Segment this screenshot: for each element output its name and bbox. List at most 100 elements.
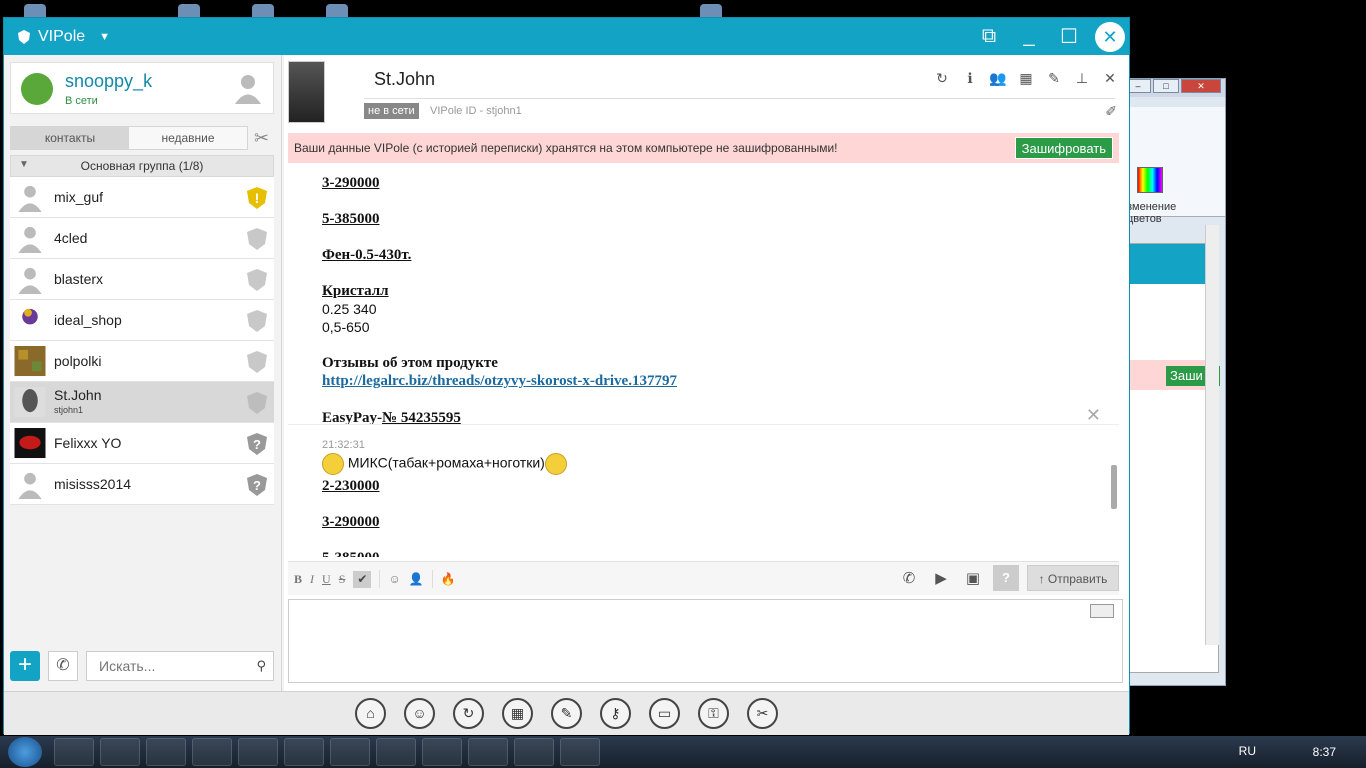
- contacts-panel: snooppy_k В сети контакты недавние ✂ ▼ О…: [4, 55, 282, 691]
- contacts-icon[interactable]: ☺: [404, 698, 435, 729]
- contact-item[interactable]: blasterx: [10, 259, 274, 300]
- contacts-lock-icon[interactable]: 👥: [989, 69, 1007, 87]
- bg-scrollbar[interactable]: [1205, 225, 1219, 645]
- encrypt-button[interactable]: Зашифровать: [1014, 137, 1113, 159]
- message-link[interactable]: http://legalrc.biz/threads/otzyvy-skoros…: [322, 373, 677, 390]
- strikethrough-button[interactable]: S: [339, 572, 346, 587]
- check-icon[interactable]: ✔: [353, 570, 372, 588]
- underline-button[interactable]: U: [322, 572, 331, 587]
- contact-item[interactable]: misisss2014 ?: [10, 464, 274, 505]
- color-palette-icon[interactable]: [1137, 167, 1163, 193]
- svg-text:?: ?: [253, 478, 261, 493]
- taskbar-app[interactable]: [514, 738, 554, 766]
- tools-icon[interactable]: ✂: [254, 128, 269, 149]
- key-icon[interactable]: ⚷: [600, 698, 631, 729]
- taskbar-app[interactable]: [376, 738, 416, 766]
- maximize-icon[interactable]: ☐: [1049, 24, 1089, 49]
- close-icon[interactable]: ✕: [1095, 21, 1125, 52]
- taskbar-app[interactable]: [100, 738, 140, 766]
- taskbar-app[interactable]: [54, 738, 94, 766]
- search-input[interactable]: [87, 652, 237, 680]
- message-close-icon[interactable]: ✕: [1086, 405, 1101, 426]
- message-input[interactable]: [289, 600, 1122, 682]
- history-icon[interactable]: ↻: [453, 698, 484, 729]
- contact-item[interactable]: polpolki: [10, 341, 274, 382]
- contact-avatar: [14, 428, 46, 459]
- home-icon[interactable]: ⌂: [355, 698, 386, 729]
- settings-icon[interactable]: ✂: [747, 698, 778, 729]
- contact-item[interactable]: 4cled: [10, 218, 274, 259]
- contact-item-selected[interactable]: St.John stjohn1: [10, 382, 274, 423]
- contact-share-icon[interactable]: 👤: [409, 572, 424, 587]
- profile-username: snooppy_k: [65, 71, 153, 91]
- contact-name: ideal_shop: [54, 312, 122, 328]
- contact-item[interactable]: Felixxx YO ?: [10, 423, 274, 464]
- keyboard-icon[interactable]: [1090, 604, 1114, 618]
- user-avatar-icon[interactable]: [231, 71, 265, 105]
- title-bar[interactable]: VIPole ▼ ⧉ _ ☐ ✕: [4, 18, 1129, 55]
- taskbar-app[interactable]: [560, 738, 600, 766]
- help-icon[interactable]: ?: [993, 565, 1019, 591]
- search-box[interactable]: ⚲: [86, 651, 274, 681]
- bold-button[interactable]: B: [294, 572, 302, 587]
- taskbar-app[interactable]: [146, 738, 186, 766]
- info-icon[interactable]: ℹ: [961, 69, 979, 87]
- message-line: МИКС(табак+ромаха+ноготки): [322, 453, 567, 475]
- contact-item[interactable]: mix_guf !: [10, 177, 274, 218]
- close-chat-icon[interactable]: ✕: [1101, 69, 1119, 87]
- profile-card[interactable]: snooppy_k В сети: [10, 62, 274, 114]
- bg-close-button[interactable]: ✕: [1181, 79, 1221, 93]
- taskbar-app[interactable]: [192, 738, 232, 766]
- fire-icon[interactable]: 🔥: [441, 572, 456, 587]
- add-contact-button[interactable]: +: [10, 651, 40, 681]
- taskbar-app[interactable]: [422, 738, 462, 766]
- message-scrollbar[interactable]: [1111, 465, 1117, 509]
- history-icon[interactable]: ↻: [933, 69, 951, 87]
- tab-recent[interactable]: недавние: [129, 127, 247, 149]
- chat-header: St.John ↻ ℹ 👥 ▦ ✎ ⊥ ✕ не в сети VIPole I…: [284, 55, 1129, 133]
- clock[interactable]: 8:37: [1313, 745, 1336, 759]
- contact-name: mix_guf: [54, 189, 104, 205]
- smiley-icon[interactable]: ☺: [388, 572, 400, 587]
- contact-group-header[interactable]: ▼ Основная группа (1/8): [10, 155, 274, 177]
- peer-avatar[interactable]: [288, 61, 325, 123]
- language-indicator[interactable]: RU: [1239, 744, 1256, 758]
- notes-icon[interactable]: ✎: [551, 698, 582, 729]
- taskbar-app[interactable]: [284, 738, 324, 766]
- calendar-icon[interactable]: ▦: [1017, 69, 1035, 87]
- smile-emoji-icon: [322, 453, 344, 475]
- taskbar-app[interactable]: [330, 738, 370, 766]
- lock-users-icon[interactable]: ⚿: [698, 698, 729, 729]
- save-icon[interactable]: ▣: [961, 569, 985, 587]
- call-icon[interactable]: ✆: [897, 569, 921, 587]
- bg-maximize-button[interactable]: □: [1153, 79, 1179, 93]
- contact-name: blasterx: [54, 271, 104, 287]
- italic-button[interactable]: I: [310, 572, 314, 587]
- search-icon[interactable]: ⚲: [256, 658, 266, 674]
- folder-icon[interactable]: ▭: [649, 698, 680, 729]
- message-compose[interactable]: [288, 599, 1123, 683]
- video-call-icon[interactable]: ▶: [929, 569, 953, 587]
- send-button[interactable]: ↑ Отправить: [1027, 565, 1119, 591]
- tab-contacts[interactable]: контакты: [11, 127, 129, 149]
- note-icon[interactable]: ✎: [1045, 69, 1063, 87]
- taskbar-app[interactable]: [468, 738, 508, 766]
- minimize-icon[interactable]: _: [1009, 25, 1049, 48]
- profile-status: В сети: [65, 95, 98, 107]
- calendar-icon[interactable]: ▦: [502, 698, 533, 729]
- unknown-shield-icon: ?: [247, 474, 267, 496]
- start-button[interactable]: [8, 737, 42, 767]
- pin-icon[interactable]: ⊥: [1073, 69, 1091, 87]
- unknown-shield-icon: ?: [247, 433, 267, 455]
- default-avatar-icon: [18, 185, 42, 213]
- taskbar-app[interactable]: [238, 738, 278, 766]
- contact-item[interactable]: ideal_shop: [10, 300, 274, 341]
- bg-ribbon-label: зменение цветов: [1127, 201, 1177, 225]
- restore-icon[interactable]: ⧉: [969, 25, 1009, 48]
- message-history[interactable]: 3-290000 5-385000 Фен-0.5-430т. Кристалл…: [288, 165, 1119, 557]
- app-menu-dropdown-icon[interactable]: ▼: [99, 31, 110, 43]
- phone-icon[interactable]: ✆: [48, 651, 78, 681]
- background-window[interactable]: – □ ✕ зменение цветов Заши: [1118, 78, 1226, 686]
- edit-pin-icon[interactable]: ✐: [1105, 103, 1117, 120]
- default-avatar-icon: [18, 472, 42, 500]
